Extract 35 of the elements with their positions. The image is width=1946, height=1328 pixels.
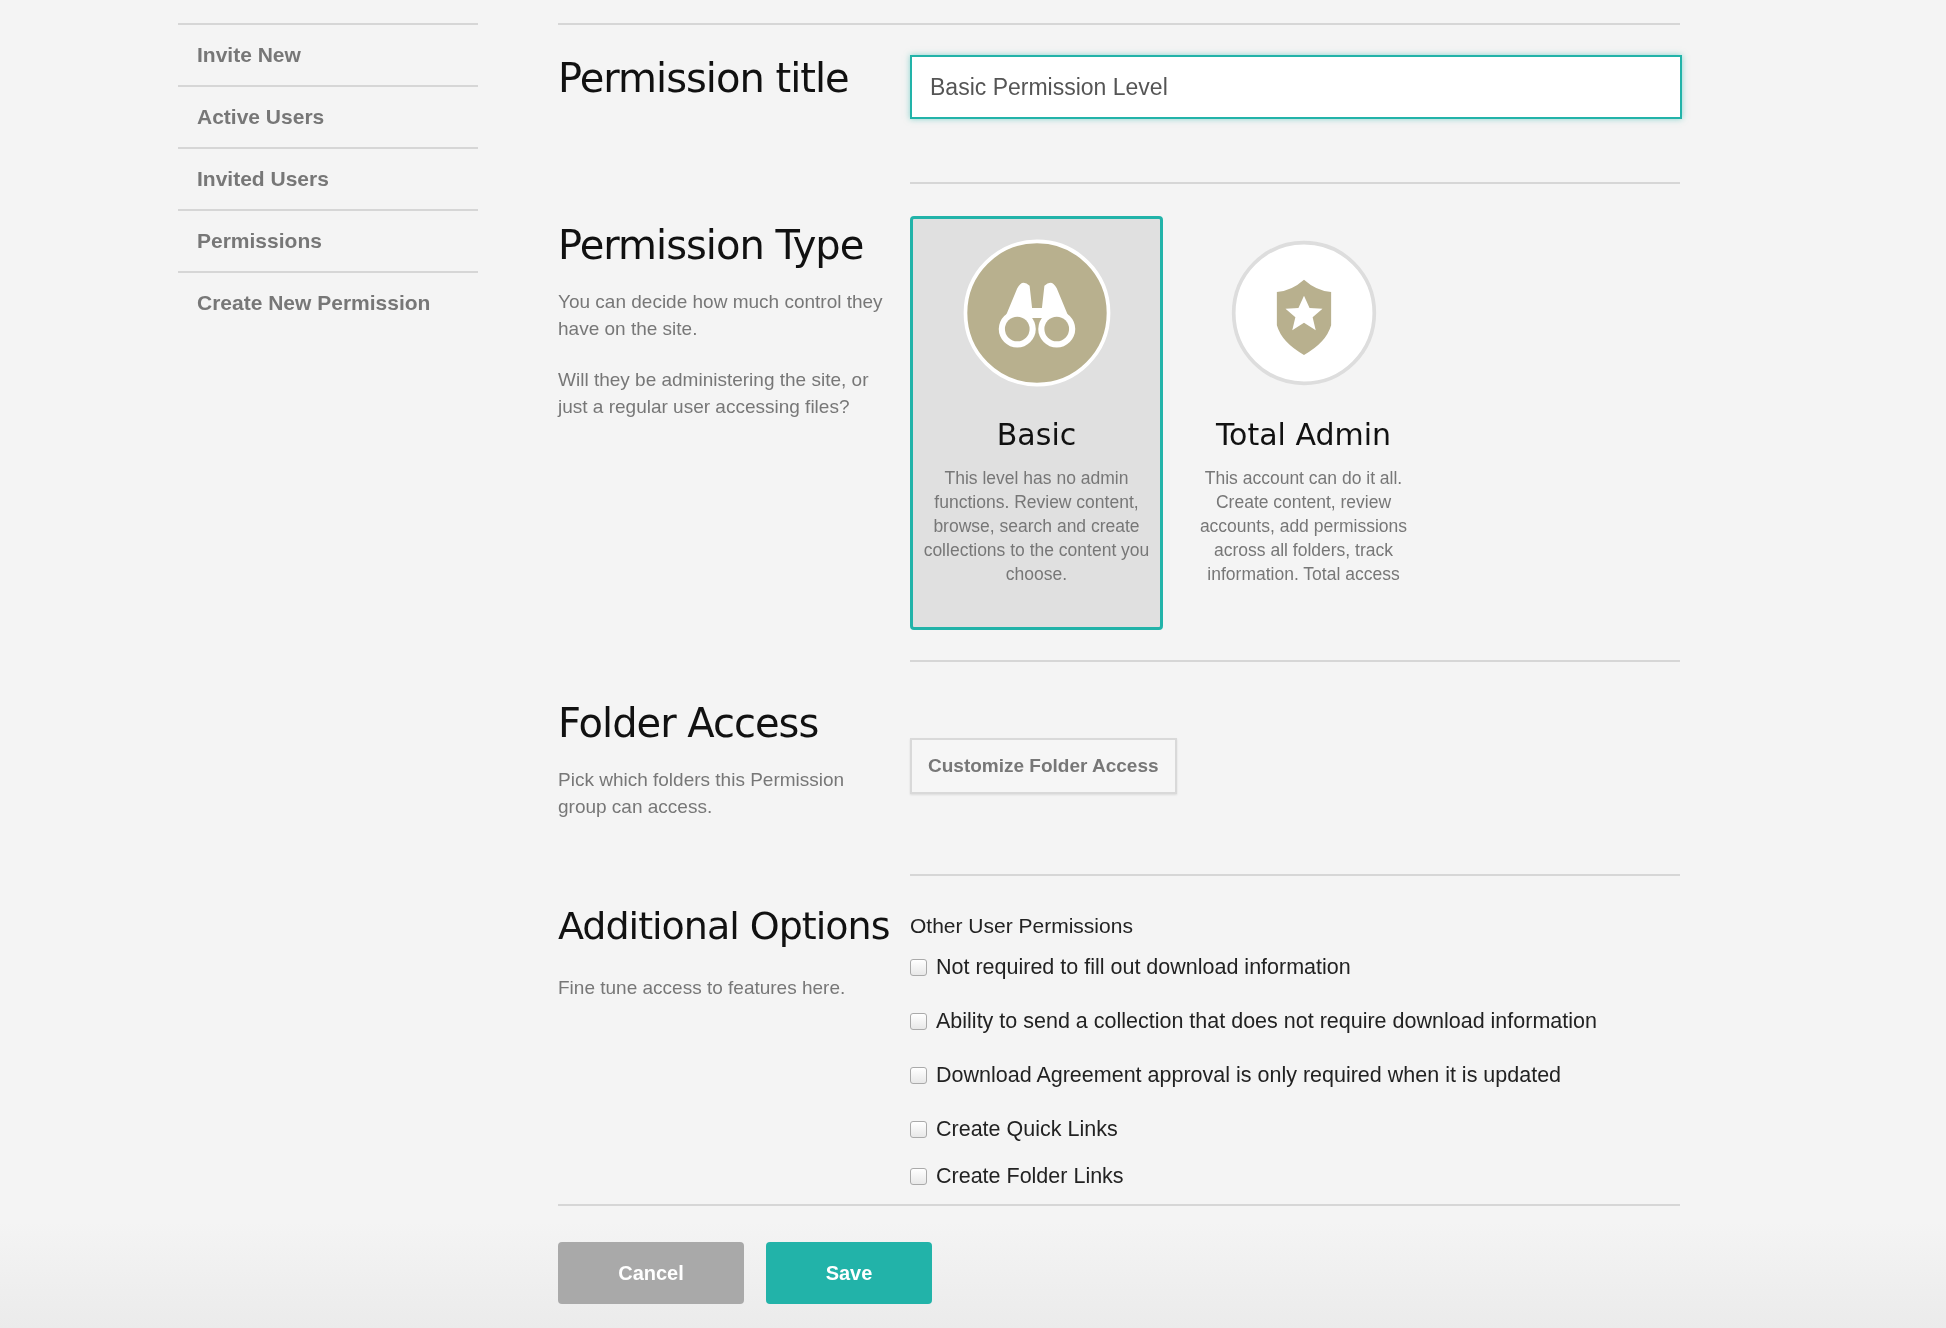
option-label: Ability to send a collection that does not require download information xyxy=(936,1008,1597,1034)
sidebar-item[interactable]: Active Users xyxy=(178,85,478,147)
section-heading: Additional Options xyxy=(558,904,891,948)
option-label: Not required to fill out download information xyxy=(936,954,1351,980)
section-description: Fine tune access to features here. xyxy=(558,976,847,1000)
option-label: Create Quick Links xyxy=(936,1116,1118,1142)
checkbox[interactable] xyxy=(910,1012,927,1030)
sidebar-item[interactable]: Invite New xyxy=(178,23,478,85)
permission-type-card[interactable]: Basic This level has no admin functions. Review content, browse, search and create collections to the content you choose. xyxy=(910,216,1163,630)
section-heading: Permission Type xyxy=(558,222,865,268)
section-heading: Folder Access xyxy=(558,700,820,746)
permission-title-field[interactable]: Basic Permission Level xyxy=(910,55,1682,119)
checkbox[interactable] xyxy=(910,1120,927,1138)
group-label: Other User Permissions xyxy=(910,914,1134,938)
option-label: Create Folder Links xyxy=(936,1163,1124,1189)
section-description: Pick which folders this Permission group can access. xyxy=(558,768,846,819)
sidebar-item[interactable]: Create New Permission xyxy=(178,271,478,333)
checkbox[interactable] xyxy=(910,1167,927,1185)
card-title: Total Admin xyxy=(1215,417,1392,452)
checkbox[interactable] xyxy=(910,958,927,976)
card-description: This level has no admin functions. Review content, browse, search and create collections to the content you choose. xyxy=(923,467,1150,586)
section-description: You can decide how much control they have on the site. xyxy=(558,290,884,341)
card-description: This account can do it all. Create content, review accounts, add permissions across all folders, track information. Total access xyxy=(1198,467,1409,586)
option-label: Download Agreement approval is only required when it is updated xyxy=(936,1062,1562,1088)
permission-type-card[interactable]: Total Admin This account can do it all. Create content, review accounts, add permissions across all folders, track information. Total access xyxy=(1177,216,1430,630)
sidebar-item[interactable]: Permissions xyxy=(178,209,478,271)
sidebar-item[interactable]: Invited Users xyxy=(178,147,478,209)
section-description: Will they be administering the site, or just a regular user accessing files? xyxy=(558,368,870,419)
save-button[interactable]: Save xyxy=(766,1242,932,1304)
section-heading: Permission title xyxy=(558,55,850,103)
customize-folder-access-button[interactable]: Customize Folder Access xyxy=(910,738,1177,794)
checkbox[interactable] xyxy=(910,1066,927,1084)
cancel-button[interactable]: Cancel xyxy=(558,1242,744,1304)
binoculars-icon xyxy=(962,239,1111,387)
card-title: Basic xyxy=(996,417,1077,452)
